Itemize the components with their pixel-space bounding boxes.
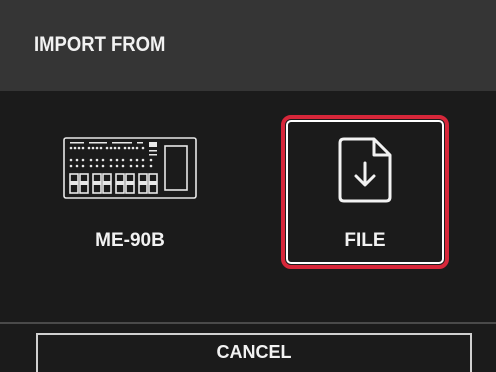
import-dialog: IMPORT FROM ME-90B FILE CANCEL [0, 0, 496, 372]
import-source-file-label: FILE [344, 230, 386, 251]
dialog-header: IMPORT FROM [0, 0, 496, 91]
dialog-footer: CANCEL [0, 322, 496, 372]
cancel-button[interactable]: CANCEL [36, 333, 472, 372]
import-source-options: ME-90B FILE [0, 91, 496, 322]
import-source-device-label: ME-90B [95, 230, 165, 251]
file-download-icon [285, 131, 445, 209]
dialog-title: IMPORT FROM [34, 32, 166, 56]
multi-effects-pedal-icon [46, 129, 214, 207]
import-source-device-option[interactable]: ME-90B [46, 115, 214, 269]
import-source-file-option[interactable]: FILE [281, 115, 449, 269]
